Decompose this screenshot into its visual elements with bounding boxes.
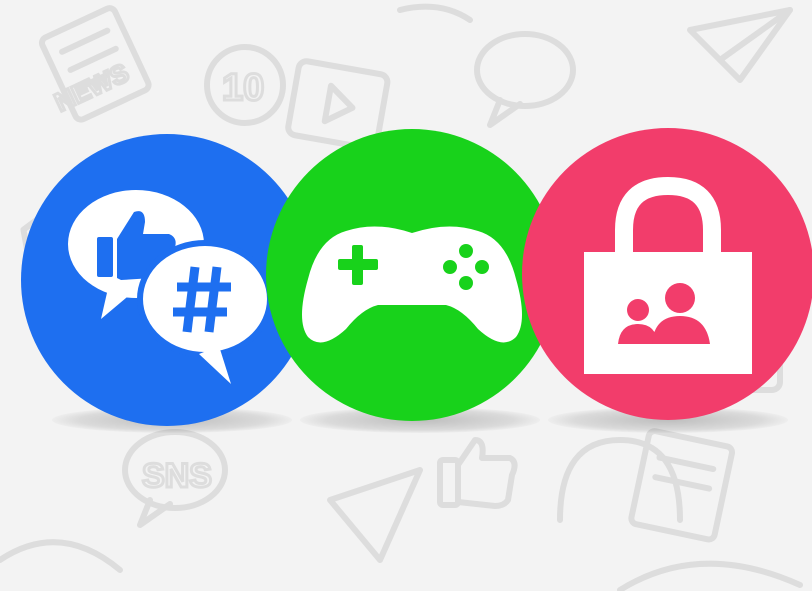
doodle-text-news: NEWS [50,57,133,117]
thumbs-up-icon [437,437,518,509]
privacy-lock-icon [522,128,812,420]
paper-plane-icon-2 [327,467,423,563]
padlock-icon [584,252,752,374]
game-controller-icon [266,129,558,421]
doodle-text-sns: SNS [142,457,212,495]
padlock-shackle [615,176,721,258]
doodle-text-10: 10 [222,67,264,109]
paper-plane-icon [687,7,793,83]
controller-body [302,226,522,343]
speech-bubble-icon [474,31,576,128]
